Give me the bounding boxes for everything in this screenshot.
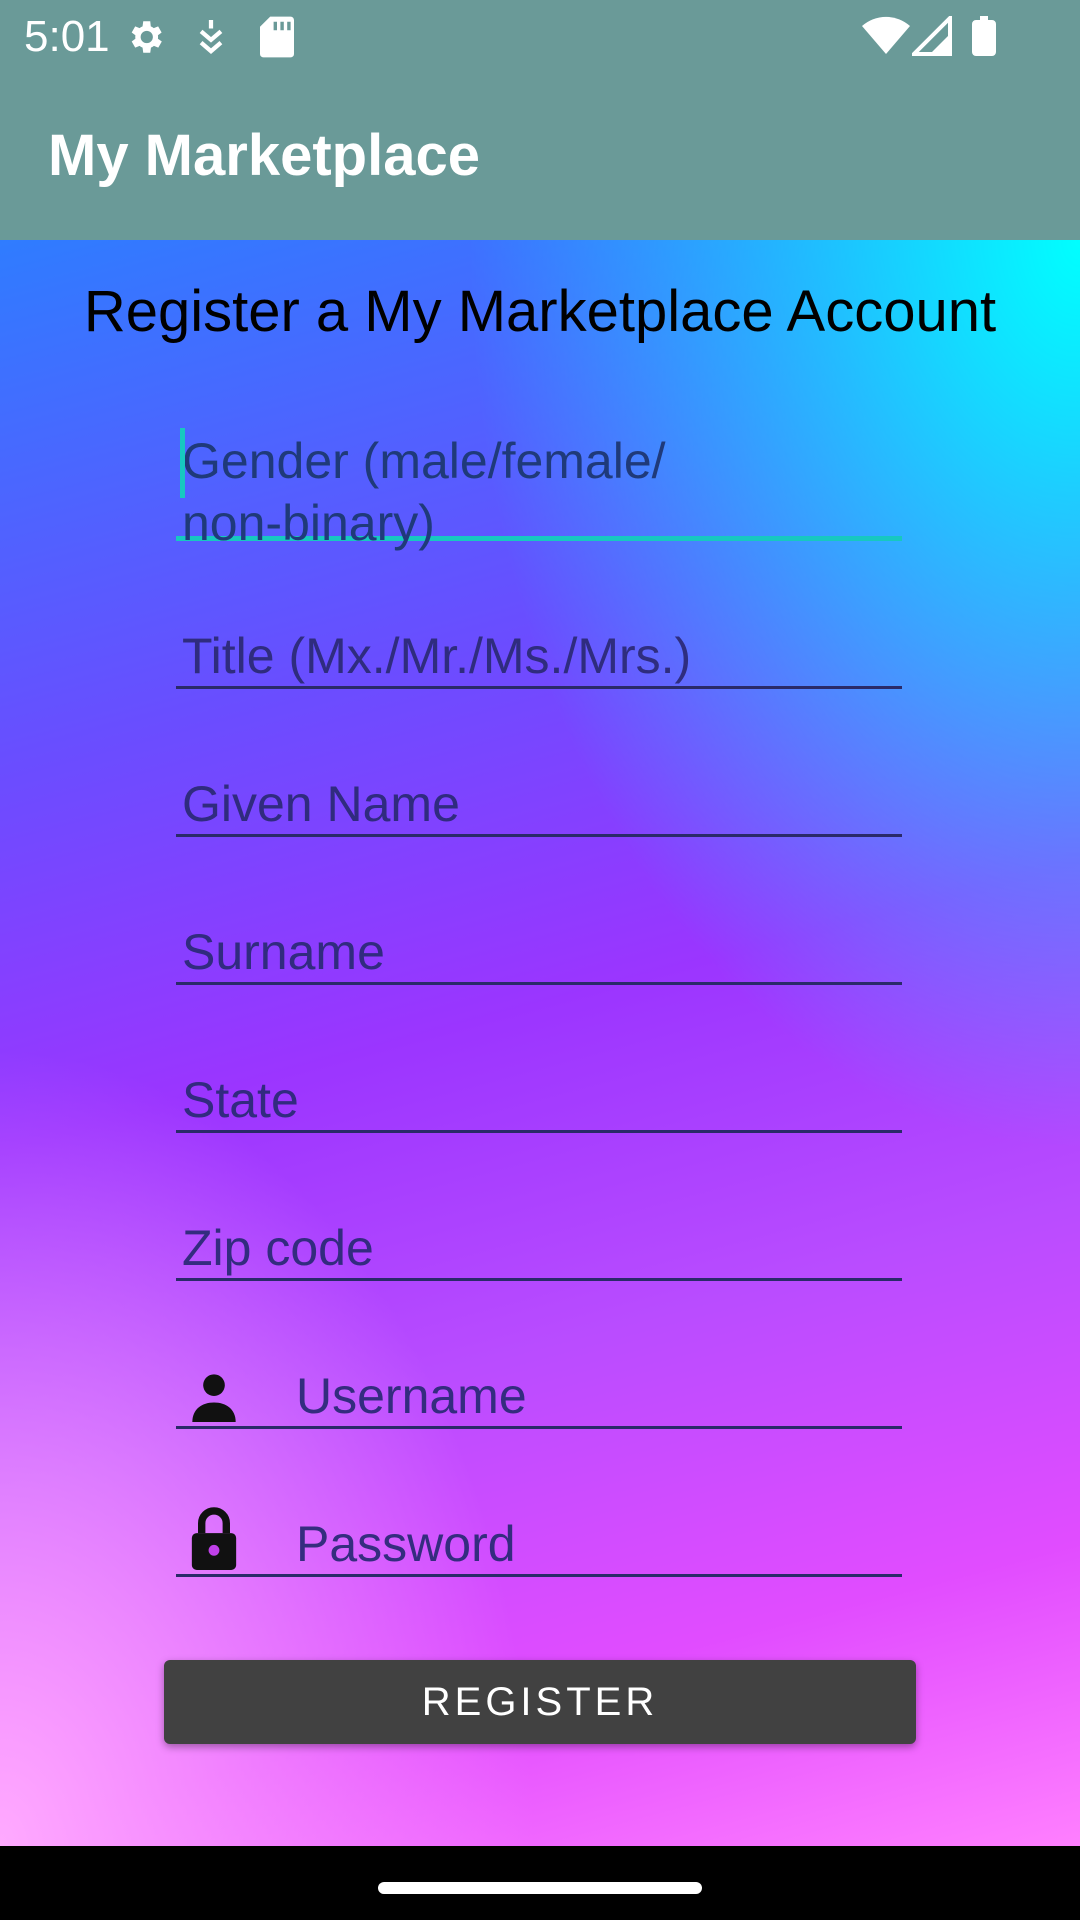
notification-icon [199,20,223,54]
lock-icon [191,1507,237,1570]
navigation-bar [0,1846,1080,1920]
gender-field[interactable]: Gender (male/female/ non-binary) [176,424,902,551]
password-field-wrapper [176,1507,902,1577]
register-button[interactable]: REGISTER [164,1660,916,1744]
app-title: My Marketplace [48,123,480,188]
home-handle[interactable] [378,1882,702,1894]
status-time: 5:01 [24,12,110,61]
username-field[interactable] [176,1366,902,1426]
given-name-field-wrapper [176,774,902,837]
registration-form: Register a My Marketplace Account Gender… [0,240,1080,1846]
person-icon [192,1374,236,1422]
username-field-wrapper [176,1366,902,1429]
surname-field[interactable] [176,922,902,982]
state-field-wrapper [176,1070,902,1133]
password-field[interactable] [176,1514,902,1574]
title-field[interactable] [176,626,902,686]
state-field[interactable] [176,1070,902,1130]
zip-code-field[interactable] [176,1218,902,1278]
app-bar: My Marketplace [0,74,1080,240]
status-bar: 5:01 [0,0,1080,74]
signal-icon [912,16,952,56]
zip-code-field-wrapper [176,1218,902,1281]
battery-icon [972,16,996,56]
sd-card-icon [260,16,294,58]
form-heading: Register a My Marketplace Account [83,279,997,344]
given-name-field[interactable] [176,774,902,834]
gear-icon [131,21,162,53]
title-field-wrapper [176,626,902,689]
wifi-icon [862,16,910,54]
text-caret [180,428,185,498]
gender-placeholder-line-2: non-binary) [182,495,435,551]
surname-field-wrapper [176,922,902,985]
gender-placeholder: Gender (male/female/ non-binary) [176,424,902,554]
gender-placeholder-line-1: Gender (male/female/ [182,433,666,489]
